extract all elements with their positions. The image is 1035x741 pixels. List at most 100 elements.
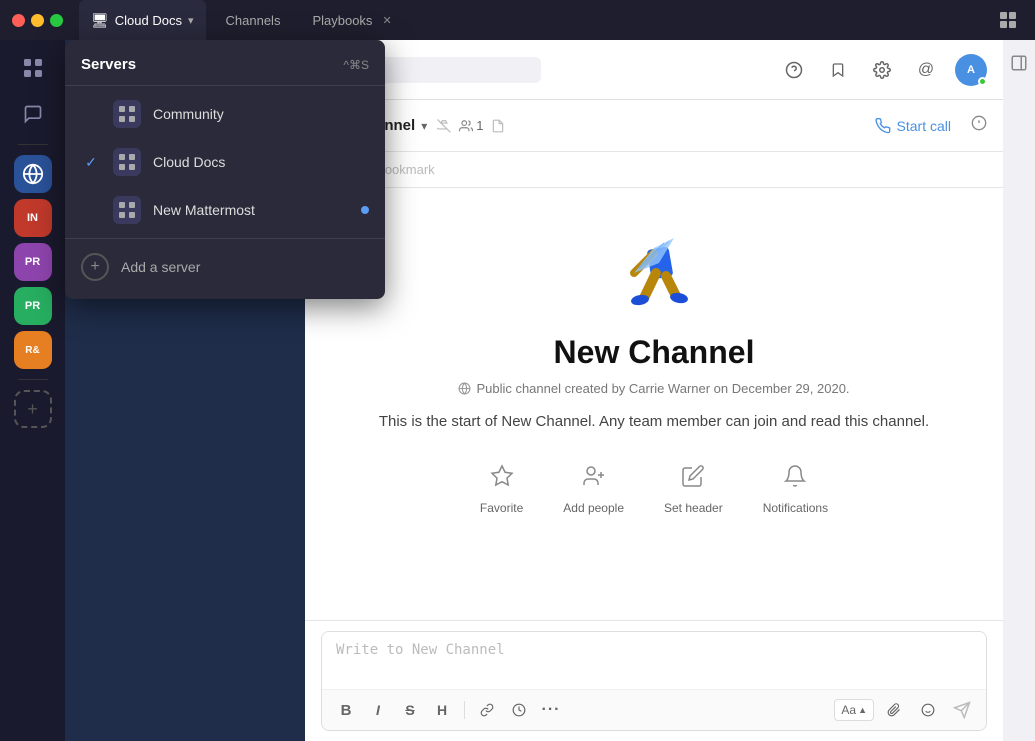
add-people-label: Add people — [563, 501, 624, 515]
info-button[interactable] — [971, 115, 987, 136]
font-size-arrow: ▲ — [858, 705, 867, 715]
channel-meta-text: Public channel created by Carrie Warner … — [458, 381, 849, 396]
tab-channels[interactable]: Channels — [214, 0, 293, 40]
dropdown-item-clouddocs[interactable]: ✓ Cloud Docs — [65, 138, 385, 186]
rail-messages-icon[interactable] — [13, 94, 53, 134]
favorite-button[interactable]: Favorite — [480, 464, 523, 515]
rail-separator-2 — [18, 379, 48, 380]
content-toolbar: @ A — [305, 40, 1003, 100]
start-call-label: Start call — [897, 118, 951, 134]
heading-button[interactable]: H — [428, 696, 456, 724]
add-people-icon — [582, 464, 606, 495]
icon-rail: IN PR PR R& + — [0, 40, 65, 741]
member-count-text: 1 — [476, 118, 483, 133]
rail-server-globe[interactable] — [14, 155, 52, 193]
compose-input[interactable] — [322, 632, 986, 684]
rail-avatar-PR1[interactable]: PR — [14, 243, 52, 281]
mute-icon[interactable] — [437, 119, 451, 133]
add-people-button[interactable]: Add people — [563, 464, 624, 515]
link-button[interactable] — [473, 696, 501, 724]
set-header-label: Set header — [664, 501, 723, 515]
more-options-button[interactable]: ··· — [537, 696, 565, 724]
compose-area: B I S H — [305, 620, 1003, 741]
set-header-icon — [681, 464, 705, 495]
compose-toolbar: B I S H — [322, 689, 986, 730]
dropdown-divider-1 — [65, 85, 385, 86]
clouddocs-label: Cloud Docs — [153, 154, 369, 170]
rail-avatar-PR2[interactable]: PR — [14, 287, 52, 325]
compose-divider-1 — [464, 701, 465, 719]
tab-close-icon[interactable]: ✕ — [382, 14, 391, 27]
channel-meta-text-content: Public channel created by Carrie Warner … — [476, 381, 849, 396]
community-icon — [113, 100, 141, 128]
clouddocs-check: ✓ — [81, 154, 101, 171]
channel-illustration — [594, 218, 714, 318]
maximize-button[interactable] — [50, 14, 63, 27]
toolbar-icons: @ A — [779, 54, 987, 86]
title-bar: 🖥 Cloud Docs ▾ Channels Playbooks ✕ — [0, 0, 1035, 40]
dropdown-divider-2 — [65, 238, 385, 239]
italic-button[interactable]: I — [364, 696, 392, 724]
channel-actions: Favorite Add people — [480, 464, 828, 515]
rail-avatar-IN[interactable]: IN — [14, 199, 52, 237]
compose-right-actions: Aa ▲ — [834, 696, 976, 724]
strike-button[interactable]: S — [396, 696, 424, 724]
dropdown-item-community[interactable]: Community — [65, 90, 385, 138]
close-button[interactable] — [12, 14, 25, 27]
channel-description: This is the start of New Channel. Any te… — [379, 410, 929, 434]
rail-apps-icon[interactable] — [13, 48, 53, 88]
emoji-button[interactable] — [914, 696, 942, 724]
newmattermost-icon — [113, 196, 141, 224]
channel-dropdown-arrow-icon[interactable]: ▾ — [421, 119, 427, 133]
start-call-button[interactable]: Start call — [867, 114, 959, 138]
font-size-button[interactable]: Aa ▲ — [834, 699, 874, 721]
send-button[interactable] — [948, 696, 976, 724]
notifications-button[interactable]: Notifications — [763, 464, 828, 515]
bold-button[interactable]: B — [332, 696, 360, 724]
content-area: @ A New Channel ▾ — [305, 40, 1003, 741]
tab-dropdown-arrow[interactable]: ▾ — [188, 14, 194, 27]
user-avatar[interactable]: A — [955, 54, 987, 86]
window-controls — [12, 14, 63, 27]
rail-add-server[interactable]: + — [14, 390, 52, 428]
dropdown-title: Servers — [81, 56, 136, 73]
rail-separator — [18, 144, 48, 145]
dropdown-item-newmattermost[interactable]: New Mattermost — [65, 186, 385, 234]
favorite-icon — [490, 464, 514, 495]
channel-content: New Channel Public channel created by Ca… — [305, 188, 1003, 620]
help-button[interactable] — [779, 55, 809, 85]
tab-playbooks-label: Playbooks — [312, 13, 372, 28]
settings-button[interactable] — [867, 55, 897, 85]
tab-cloud-docs[interactable]: 🖥 Cloud Docs ▾ — [79, 0, 206, 40]
channel-big-title: New Channel — [554, 334, 755, 371]
right-panel — [1003, 40, 1035, 741]
add-server-icon: + — [81, 253, 109, 281]
font-size-label: Aa — [841, 703, 856, 717]
tab-playbooks[interactable]: Playbooks ✕ — [300, 0, 403, 40]
user-avatar-initials: A — [967, 64, 975, 76]
member-count[interactable]: 1 — [459, 118, 483, 133]
attach-file-button[interactable] — [880, 696, 908, 724]
emoji-picker-button[interactable] — [505, 696, 533, 724]
compose-box: B I S H — [321, 631, 987, 731]
add-server-item[interactable]: + Add a server — [65, 243, 385, 291]
header-right-actions: Start call — [867, 114, 987, 138]
minimize-button[interactable] — [31, 14, 44, 27]
title-bar-right — [993, 5, 1023, 35]
mention-button[interactable]: @ — [911, 55, 941, 85]
set-header-button[interactable]: Set header — [664, 464, 723, 515]
channel-header: New Channel ▾ 1 — [305, 100, 1003, 152]
dropdown-shortcut: ^⌘S — [343, 58, 369, 72]
dropdown-header: Servers ^⌘S — [65, 48, 385, 81]
bookmark-button[interactable] — [823, 55, 853, 85]
notifications-label: Notifications — [763, 501, 828, 515]
grid-view-button[interactable] — [993, 5, 1023, 35]
right-panel-toggle[interactable] — [1010, 54, 1028, 77]
tab-server-icon: 🖥 — [91, 12, 109, 29]
channel-meta-icons: 1 — [437, 118, 505, 133]
favorite-label: Favorite — [480, 501, 523, 515]
newmattermost-label: New Mattermost — [153, 202, 349, 218]
rail-avatar-RD[interactable]: R& — [14, 331, 52, 369]
tab-channels-label: Channels — [226, 13, 281, 28]
file-icon[interactable] — [491, 119, 505, 133]
